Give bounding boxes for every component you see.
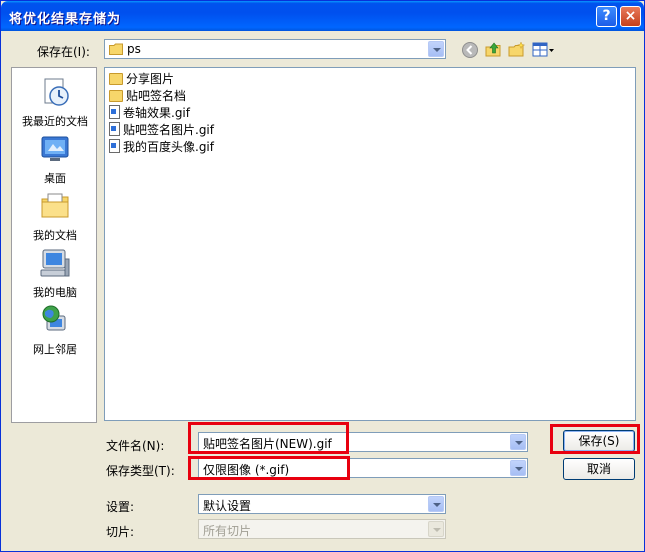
settings-dropdown[interactable]: 默认设置	[198, 494, 446, 514]
place-label: 我的文档	[33, 229, 77, 242]
slices-dropdown: 所有切片	[198, 519, 446, 539]
filetype-label: 保存类型(T):	[106, 464, 175, 478]
chevron-down-icon	[428, 521, 444, 537]
list-item[interactable]: 分享图片	[109, 70, 174, 87]
window-title: 将优化结果存储为	[9, 12, 122, 27]
place-recent-documents[interactable]: 我最近的文档	[12, 76, 98, 129]
place-my-documents[interactable]: 我的文档	[12, 190, 98, 243]
list-item[interactable]: 贴吧签名档	[109, 87, 186, 104]
filename-label: 文件名(N):	[106, 439, 165, 453]
place-desktop[interactable]: 桌面	[12, 133, 98, 186]
list-item[interactable]: 卷轴效果.gif	[109, 104, 190, 121]
slices-label: 切片:	[106, 525, 135, 539]
close-button[interactable]: ×	[620, 6, 641, 27]
recent-documents-icon	[44, 78, 69, 106]
settings-value: 默认设置	[203, 499, 252, 513]
settings-label: 设置:	[106, 500, 135, 514]
my-documents-icon	[41, 193, 69, 218]
place-network[interactable]: 网上邻居	[12, 304, 98, 357]
new-folder-icon[interactable]	[508, 41, 526, 59]
chevron-down-icon[interactable]	[510, 460, 526, 476]
filename-input[interactable]: 贴吧签名图片(NEW).gif	[198, 432, 528, 452]
places-bar: 我最近的文档 桌面 我的文档 我的电脑 网上邻居	[11, 67, 97, 423]
place-label: 我的电脑	[33, 286, 77, 299]
desktop-icon	[41, 136, 69, 161]
slices-value: 所有切片	[203, 524, 252, 538]
folder-icon	[109, 90, 123, 102]
list-item[interactable]: 我的百度头像.gif	[109, 138, 214, 155]
place-my-computer[interactable]: 我的电脑	[12, 247, 98, 300]
up-folder-icon[interactable]	[485, 41, 503, 59]
gif-file-icon	[109, 139, 120, 153]
place-label: 我最近的文档	[22, 115, 88, 128]
file-list[interactable]: 分享图片 贴吧签名档 卷轴效果.gif 贴吧签名图片.gif 我的百度头像.gi…	[104, 67, 636, 421]
folder-icon	[109, 43, 123, 55]
cancel-button[interactable]: 取消	[563, 458, 635, 480]
place-label: 桌面	[44, 172, 66, 185]
view-menu-icon[interactable]	[532, 41, 556, 59]
title-bar[interactable]: 将优化结果存储为 ? ×	[1, 1, 644, 31]
filetype-value: 仅限图像 (*.gif)	[203, 463, 290, 477]
place-label: 网上邻居	[33, 343, 77, 356]
filetype-dropdown[interactable]: 仅限图像 (*.gif)	[198, 458, 528, 478]
location-dropdown[interactable]: ps	[104, 39, 446, 59]
my-computer-icon	[40, 249, 70, 277]
gif-file-icon	[109, 122, 120, 136]
filename-value: 贴吧签名图片(NEW).gif	[203, 437, 332, 451]
gif-file-icon	[109, 105, 120, 119]
chevron-down-icon[interactable]	[510, 434, 526, 450]
chevron-down-icon[interactable]	[428, 41, 444, 57]
save-in-label: 保存在(I):	[37, 45, 90, 59]
list-item[interactable]: 贴吧签名图片.gif	[109, 121, 214, 138]
folder-icon	[109, 73, 123, 85]
chevron-down-icon[interactable]	[428, 496, 444, 512]
network-places-icon	[42, 305, 66, 331]
save-dialog: 将优化结果存储为 ? × 保存在(I): ps 我最近的文档 桌面 我的文档 我…	[0, 0, 645, 552]
location-value: ps	[127, 42, 141, 56]
save-button[interactable]: 保存(S)	[563, 430, 635, 452]
help-button[interactable]: ?	[596, 6, 617, 27]
back-icon[interactable]	[461, 41, 479, 59]
